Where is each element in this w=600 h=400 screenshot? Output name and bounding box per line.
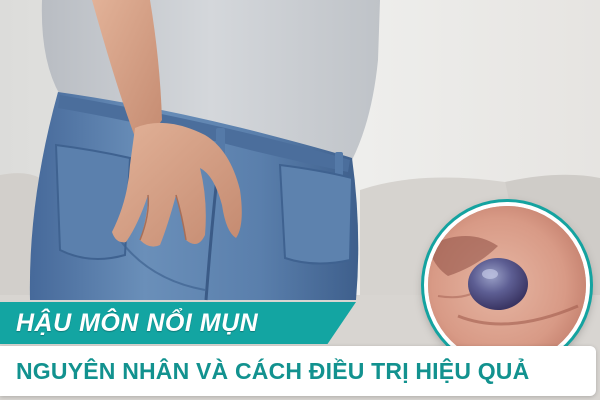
title-banner: HẬU MÔN NỔI MỤN [0,302,356,344]
lump-highlight [482,269,498,279]
lump [468,258,528,310]
subtitle-banner: NGUYÊN NHÂN VÀ CÁCH ĐIỀU TRỊ HIỆU QUẢ [0,346,596,396]
banner-image: HẬU MÔN NỔI MỤN NGUYÊN NHÂN VÀ CÁCH ĐIỀU… [0,0,600,400]
banner-title: HẬU MÔN NỔI MỤN [16,308,259,337]
inset-closeup [424,202,590,368]
back-pocket-right [278,163,354,265]
back-pocket-left [54,143,132,260]
inset-photo [428,206,586,364]
banner-subtitle: NGUYÊN NHÂN VÀ CÁCH ĐIỀU TRỊ HIỆU QUẢ [16,357,530,384]
